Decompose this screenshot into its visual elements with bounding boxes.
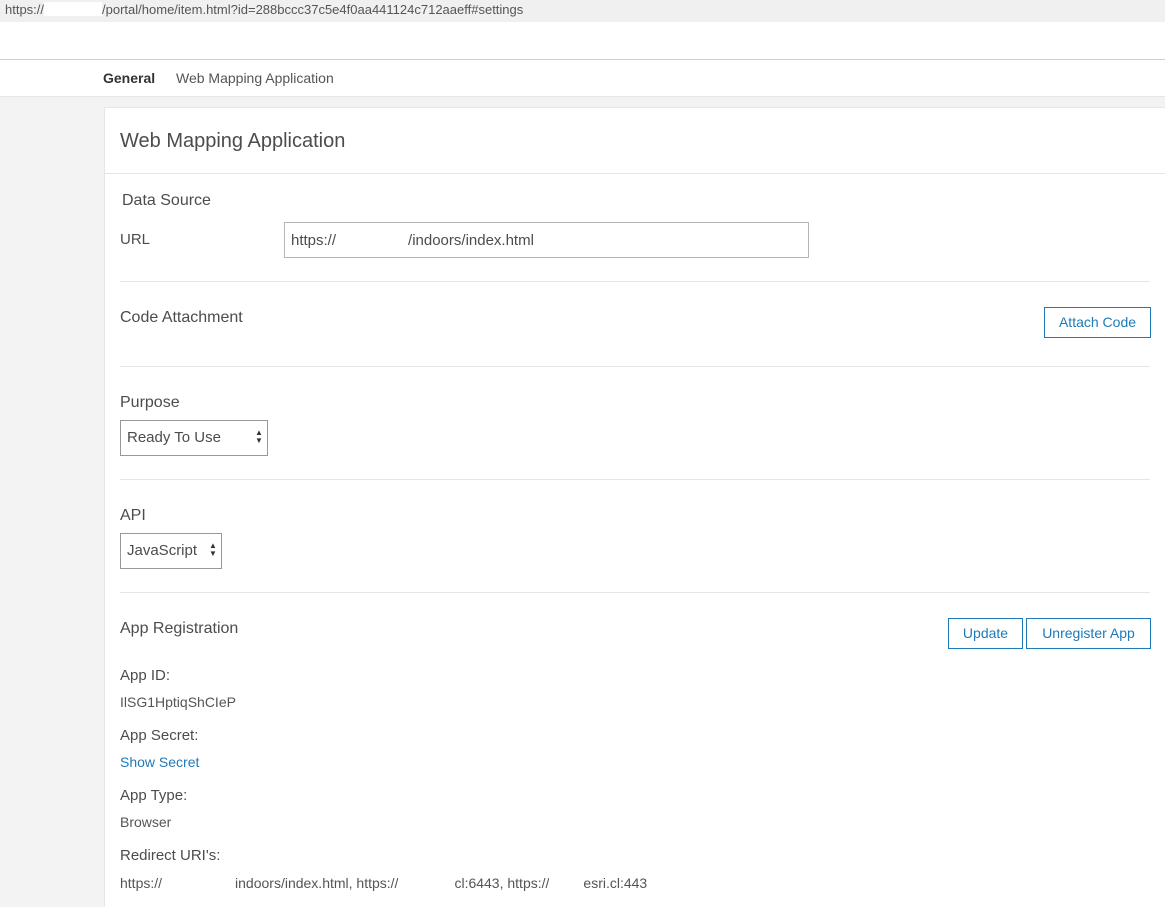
code-attachment-heading: Code Attachment <box>120 309 243 326</box>
purpose-select[interactable]: Ready To Use ▲ ▼ <box>120 420 268 456</box>
settings-panel: Web Mapping Application Data Source URL … <box>104 107 1165 907</box>
updown-arrows-icon: ▲ ▼ <box>209 541 217 558</box>
redirect-redaction <box>162 874 236 890</box>
app-id-value: IlSG1HptiqShCIeP <box>120 694 236 710</box>
redirect-uri-part: cl:6443, https:// <box>454 875 550 891</box>
updown-arrows-icon: ▲ ▼ <box>255 428 263 445</box>
divider <box>120 592 1150 593</box>
settings-tabs: General Web Mapping Application <box>0 59 1165 97</box>
attach-code-button[interactable]: Attach Code <box>1044 307 1151 338</box>
tab-general[interactable]: General <box>103 70 155 86</box>
url-input-redaction <box>336 231 409 247</box>
divider <box>105 173 1165 174</box>
url-label: URL <box>120 231 151 248</box>
url-prefix: https:// <box>5 2 45 17</box>
url-input[interactable]: https:// /indoors/index.html <box>284 222 809 258</box>
purpose-selected-value: Ready To Use <box>127 429 221 446</box>
redirect-uri-part: esri.cl:443 <box>583 875 648 891</box>
api-select[interactable]: JavaScript ▲ ▼ <box>120 533 222 569</box>
redirect-uri-part: https:// <box>120 875 163 891</box>
url-suffix: /portal/home/item.html?id=288bccc37c5e4f… <box>102 2 524 17</box>
url-input-suffix: /indoors/index.html <box>408 232 534 249</box>
redirect-uris-value: https:// indoors/index.html, https:// cl:6… <box>120 874 647 891</box>
purpose-label: Purpose <box>120 394 180 411</box>
redirect-uri-part: indoors/index.html, https:// <box>235 875 399 891</box>
redirect-redaction <box>398 874 455 890</box>
page-header <box>0 22 1165 60</box>
divider <box>120 281 1150 282</box>
redirect-redaction <box>549 874 584 890</box>
show-secret-link[interactable]: Show Secret <box>120 754 199 770</box>
panel-title: Web Mapping Application <box>120 130 346 152</box>
app-registration-heading: App Registration <box>120 620 239 637</box>
update-button[interactable]: Update <box>948 618 1023 649</box>
api-label: API <box>120 507 146 524</box>
app-id-label: App ID: <box>120 667 171 684</box>
unregister-app-button[interactable]: Unregister App <box>1026 618 1151 649</box>
app-secret-label: App Secret: <box>120 727 199 744</box>
browser-url-bar[interactable]: https:// /portal/home/item.html?id=288bcc… <box>0 0 1165 22</box>
divider <box>120 366 1150 367</box>
app-type-label: App Type: <box>120 787 188 804</box>
tab-web-mapping-application[interactable]: Web Mapping Application <box>176 70 334 86</box>
api-selected-value: JavaScript <box>127 542 198 559</box>
divider <box>120 479 1150 480</box>
url-redaction <box>44 2 103 16</box>
app-type-value: Browser <box>120 814 172 830</box>
url-input-prefix: https:// <box>291 232 337 249</box>
redirect-uris-label: Redirect URI's: <box>120 847 221 864</box>
data-source-heading: Data Source <box>122 192 211 209</box>
